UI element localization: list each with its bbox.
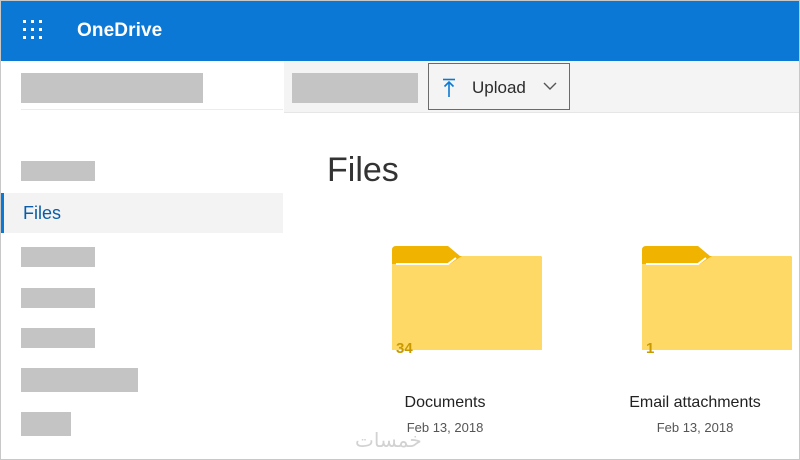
sidebar-item-placeholder[interactable]	[21, 412, 71, 436]
sidebar-item-placeholder[interactable]	[21, 161, 95, 181]
sidebar-item-files[interactable]: Files	[1, 193, 283, 233]
folder-date: Feb 13, 2018	[656, 420, 734, 435]
sidebar-item-placeholder[interactable]	[21, 368, 138, 392]
upload-arrow-icon	[443, 78, 455, 97]
folder-name[interactable]: Email attachments	[600, 394, 790, 412]
search-placeholder[interactable]	[292, 73, 418, 103]
chevron-down-icon	[543, 82, 557, 90]
upload-label: Upload	[472, 78, 526, 97]
sidebar-item-placeholder[interactable]	[21, 247, 95, 267]
sidebar-item-placeholder[interactable]	[21, 288, 95, 308]
sidebar-divider	[21, 109, 283, 110]
page-title: Files	[327, 151, 399, 189]
top-bar: OneDrive	[1, 1, 799, 61]
watermark: خمسات	[355, 428, 422, 452]
folder-icon	[642, 246, 792, 350]
main-content: Files 34 Documents Feb 13, 2018 1 Email …	[284, 113, 799, 459]
sidebar-item-placeholder[interactable]	[21, 328, 95, 348]
folder-tile-documents[interactable]: 34 Documents Feb 13, 2018	[350, 244, 542, 444]
folder-icon	[392, 246, 542, 350]
folder-name[interactable]: Documents	[350, 394, 540, 412]
app-launcher-icon[interactable]	[23, 20, 45, 42]
command-bar: Upload	[284, 61, 799, 113]
app-title[interactable]: OneDrive	[77, 20, 162, 42]
upload-button[interactable]: Upload	[428, 63, 570, 110]
sidebar: Files	[1, 61, 284, 459]
folder-item-count: 1	[646, 340, 655, 357]
onedrive-window: OneDrive Files Upload Files 34 Documents…	[0, 0, 800, 460]
folder-item-count: 34	[396, 340, 413, 357]
sidebar-account-placeholder	[21, 73, 203, 103]
selection-indicator	[1, 193, 4, 233]
sidebar-item-label: Files	[23, 203, 62, 223]
folder-tile-email-attachments[interactable]: 1 Email attachments Feb 13, 2018	[600, 244, 792, 444]
